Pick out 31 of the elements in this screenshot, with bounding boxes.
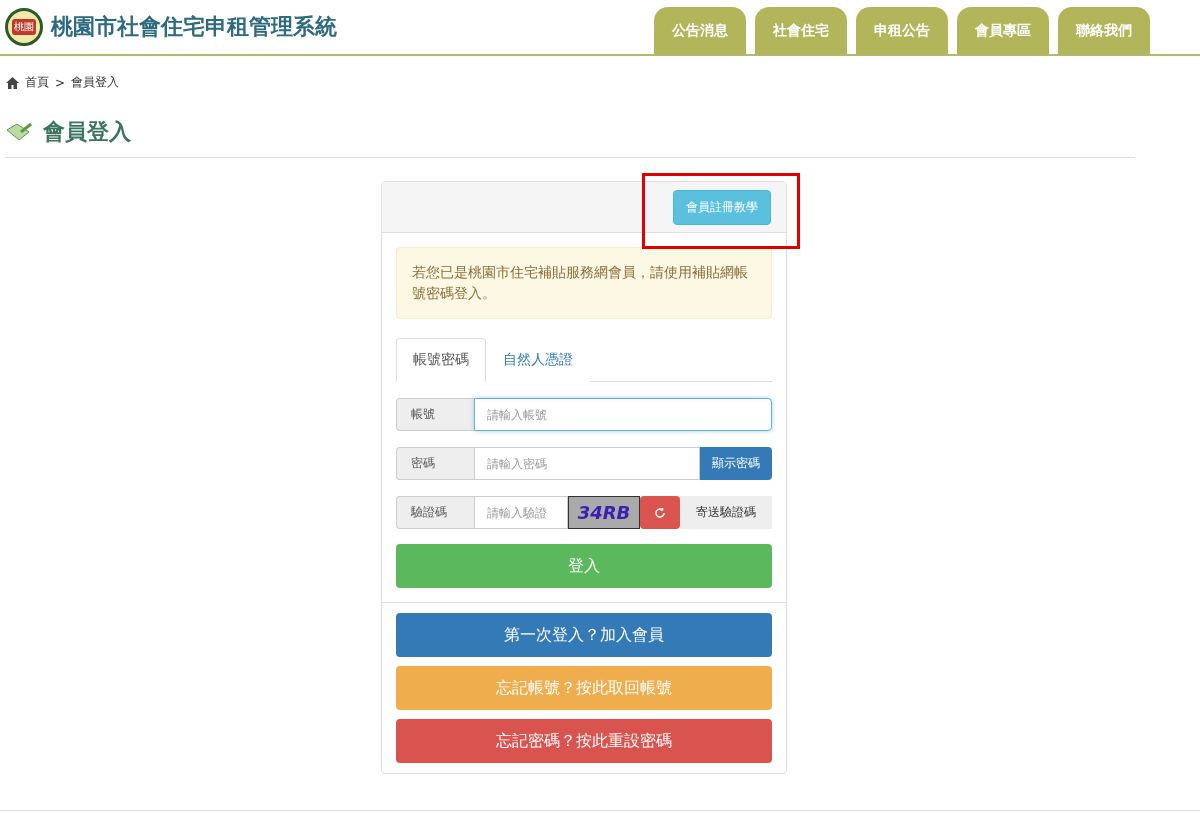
field-label: 帳號 <box>396 398 474 431</box>
nav-tab[interactable]: 社會住宅 <box>755 7 847 54</box>
show-password-button[interactable]: 顯示密碼 <box>700 447 772 480</box>
nav-tab[interactable]: 會員專區 <box>957 7 1049 54</box>
field-label: 密碼 <box>396 447 474 480</box>
breadcrumb-text: 會員登入 <box>71 74 120 91</box>
breadcrumb-text: > <box>55 75 66 90</box>
tutorial-button[interactable]: 會員註冊教學 <box>673 189 771 225</box>
input-field[interactable]: 請輸入密碼 <box>474 447 700 480</box>
notice-text: 若您已是桃園市住宅補貼服務網會員，請使用補貼網帳號密碼登入。 <box>396 247 772 319</box>
nav-tab[interactable]: 申租公告 <box>856 7 948 54</box>
city-logo: 桃園 <box>5 8 43 46</box>
login-button[interactable]: 登入 <box>396 544 772 588</box>
send-code-button[interactable]: 寄送驗證碼 <box>680 496 772 529</box>
captcha-image: 34RB <box>568 496 640 529</box>
input-field[interactable]: 請輸入驗證 <box>474 496 568 529</box>
refresh-button[interactable] <box>640 496 680 529</box>
page-title: 會員登入 <box>43 118 131 146</box>
input-field[interactable]: 請輸入帳號 <box>474 398 772 431</box>
breadcrumb-link[interactable]: 首頁 <box>25 74 49 91</box>
nav-tab[interactable]: 公告消息 <box>654 7 746 54</box>
site-title: 桃園市社會住宅申租管理系統 <box>51 13 337 41</box>
notebook-pen-icon <box>5 122 33 142</box>
account-link-button[interactable]: 第一次登入？加入會員 <box>396 613 772 657</box>
refresh-icon <box>654 506 666 519</box>
account-link-button[interactable]: 忘記帳號？按此取回帳號 <box>396 666 772 710</box>
nav-tab[interactable]: 聯絡我們 <box>1058 7 1150 54</box>
account-link-button[interactable]: 忘記密碼？按此重設密碼 <box>396 719 772 763</box>
home-icon <box>6 76 19 89</box>
field-label: 驗證碼 <box>396 496 474 529</box>
login-tab[interactable]: 帳號密碼 <box>396 338 486 382</box>
